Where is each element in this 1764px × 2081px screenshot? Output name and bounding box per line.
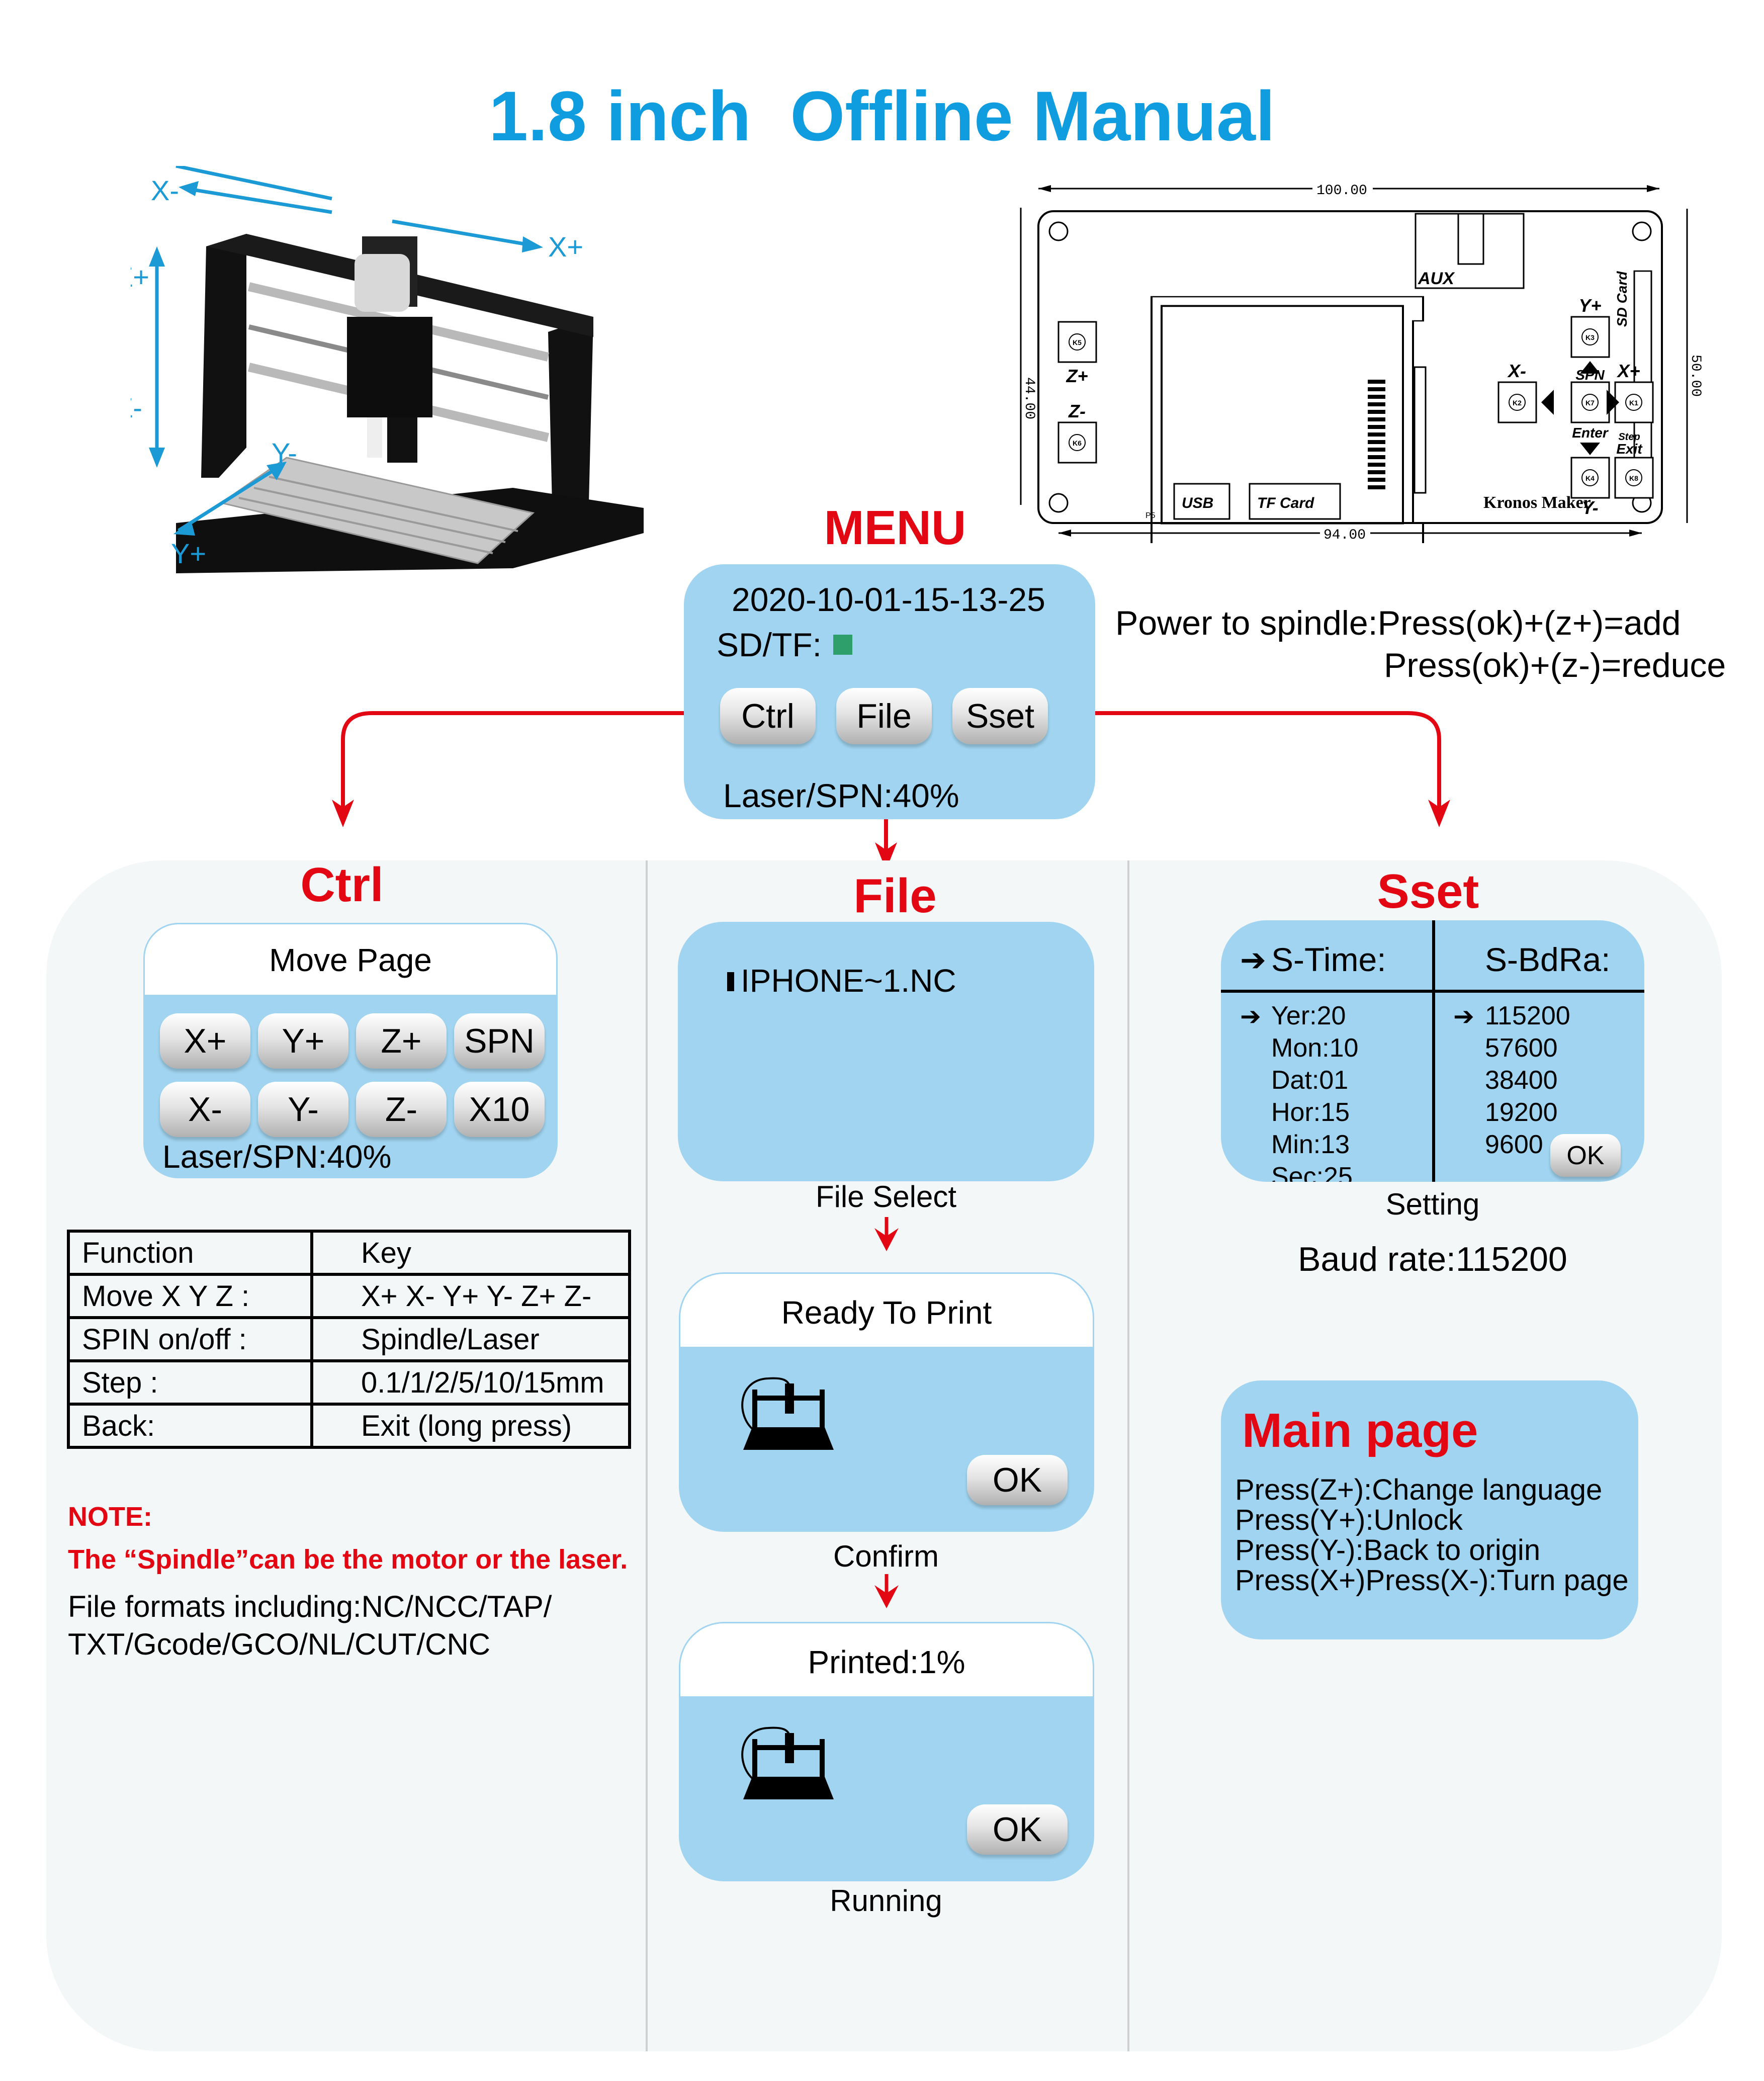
- main-page-box: Main page Press(Z+):Change language Pres…: [1221, 1380, 1638, 1639]
- sset-heading: Sset: [1377, 864, 1479, 918]
- cnc-machine-icon: [741, 1726, 834, 1799]
- table-cell-key: Spindle/Laser: [310, 1316, 631, 1362]
- main-page-line: Press(Y+):Unlock: [1235, 1504, 1463, 1536]
- setting-caption: Setting: [1385, 1187, 1480, 1221]
- time-item[interactable]: Sec:25: [1271, 1162, 1353, 1182]
- arrow-right-icon: ➔: [1453, 1002, 1474, 1030]
- ctrl-z-minus-button[interactable]: Z-: [356, 1082, 447, 1137]
- file-select-screen: IPHONE~1.NC: [678, 922, 1094, 1181]
- ctrl-button[interactable]: Ctrl: [720, 688, 816, 744]
- file-cursor-icon: [727, 972, 734, 991]
- main-page-line: Press(Z+):Change language: [1235, 1473, 1603, 1506]
- table-cell-function: Back:: [67, 1403, 313, 1449]
- function-key-table: Function Key Move X Y Z : X+ X- Y+ Y- Z+…: [67, 1230, 631, 1449]
- spindle-power-reduce: Press(ok)+(z-)=reduce: [1384, 646, 1726, 684]
- table-header-row: Function Key: [67, 1230, 631, 1276]
- table-cell-key: Exit (long press): [310, 1403, 631, 1449]
- ctrl-y-plus-button[interactable]: Y+: [258, 1013, 348, 1069]
- divider-right: [1127, 860, 1129, 2051]
- baud-item[interactable]: 57600: [1485, 1033, 1558, 1063]
- sset-button[interactable]: Sset: [952, 688, 1048, 744]
- ctrl-y-minus-button[interactable]: Y-: [258, 1082, 348, 1137]
- ready-to-print-screen: Ready To Print OK: [679, 1272, 1094, 1532]
- main-page-line: Press(X+)Press(X-):Turn page: [1235, 1564, 1629, 1597]
- table-cell-function: Step :: [67, 1359, 313, 1406]
- connector-sset: [1095, 711, 1441, 810]
- table-cell-function: SPIN on/off :: [67, 1316, 313, 1362]
- note-label: NOTE:: [68, 1502, 152, 1532]
- running-caption: Running: [830, 1884, 942, 1918]
- printed-progress-title: Printed:1%: [808, 1644, 965, 1680]
- arrow-down-icon: [874, 1217, 899, 1251]
- ctrl-heading: Ctrl: [300, 858, 384, 912]
- time-item[interactable]: Min:13: [1271, 1130, 1350, 1160]
- time-item[interactable]: Yer:20: [1271, 1001, 1346, 1031]
- table-header-function: Function: [67, 1230, 313, 1276]
- sd-status-indicator: [833, 635, 852, 655]
- file-item[interactable]: IPHONE~1.NC: [741, 962, 956, 999]
- main-page-line: Press(Y-):Back to origin: [1235, 1534, 1541, 1567]
- table-row: SPIN on/off : Spindle/Laser: [67, 1316, 631, 1362]
- cnc-machine-icon: [741, 1377, 834, 1450]
- baud-item[interactable]: 9600: [1485, 1130, 1543, 1160]
- table-row: Move X Y Z : X+ X- Y+ Y- Z+ Z-: [67, 1273, 631, 1319]
- sd-tf-label: SD/TF:: [717, 626, 822, 663]
- spindle-power-add: Power to spindle:Press(ok)+(z+)=add: [1115, 604, 1681, 642]
- sset-column-divider: [1432, 920, 1435, 1182]
- table-header-key: Key: [310, 1230, 631, 1276]
- ctrl-x10-button[interactable]: X10: [454, 1082, 545, 1137]
- baud-item[interactable]: 115200: [1485, 1001, 1570, 1031]
- printing-ok-button[interactable]: OK: [967, 1804, 1068, 1855]
- table-cell-function: Move X Y Z :: [67, 1273, 313, 1319]
- arrow-down-icon: [874, 1574, 899, 1608]
- time-item[interactable]: Dat:01: [1271, 1065, 1348, 1095]
- table-row: Step : 0.1/1/2/5/10/15mm: [67, 1359, 631, 1406]
- main-page-heading: Main page: [1242, 1404, 1478, 1457]
- s-time-header[interactable]: S-Time:: [1271, 940, 1386, 979]
- divider-left: [646, 860, 648, 2051]
- menu-screen: 2020-10-01-15-13-25 SD/TF: Ctrl File Sse…: [684, 564, 1095, 819]
- sset-screen: ➔ S-Time: S-BdRa: ➔ Yer:20 Mon:10 Dat:01…: [1221, 920, 1644, 1182]
- file-formats-line2: TXT/Gcode/GCO/NL/CUT/CNC: [68, 1627, 491, 1661]
- ctrl-x-plus-button[interactable]: X+: [160, 1013, 250, 1069]
- ctrl-laser-spn: Laser/SPN:40%: [162, 1139, 392, 1175]
- table-row: Back: Exit (long press): [67, 1403, 631, 1449]
- ctrl-z-plus-button[interactable]: Z+: [356, 1013, 447, 1069]
- ready-ok-button[interactable]: OK: [967, 1455, 1068, 1505]
- time-item[interactable]: Mon:10: [1271, 1033, 1358, 1063]
- file-formats-line1: File formats including:NC/NCC/TAP/: [68, 1590, 552, 1623]
- note-text: The “Spindle”can be the motor or the las…: [68, 1544, 628, 1575]
- connector-ctrl: [341, 711, 685, 810]
- s-baud-header[interactable]: S-BdRa:: [1485, 940, 1610, 979]
- sset-header-divider: [1221, 990, 1644, 993]
- menu-datetime: 2020-10-01-15-13-25: [732, 581, 1045, 618]
- ctrl-move-page-screen: Move Page X+ Y+ Z+ SPN X- Y- Z- X10 Lase…: [143, 923, 558, 1178]
- baud-item[interactable]: 19200: [1485, 1097, 1558, 1128]
- baud-item[interactable]: 38400: [1485, 1065, 1558, 1095]
- arrow-right-icon: ➔: [1240, 943, 1266, 978]
- baud-rate-label: Baud rate:115200: [1298, 1240, 1567, 1278]
- menu-laser-spn: Laser/SPN:40%: [723, 777, 959, 814]
- ctrl-screen-title: Move Page: [269, 942, 432, 978]
- file-button[interactable]: File: [836, 688, 932, 744]
- file-select-caption: File Select: [815, 1180, 957, 1213]
- printing-screen: Printed:1% OK: [679, 1622, 1094, 1881]
- sset-ok-button[interactable]: OK: [1550, 1134, 1621, 1177]
- table-cell-key: X+ X- Y+ Y- Z+ Z-: [310, 1273, 631, 1319]
- file-heading: File: [853, 869, 937, 923]
- ctrl-spn-button[interactable]: SPN: [454, 1013, 545, 1069]
- time-item[interactable]: Hor:15: [1271, 1097, 1350, 1128]
- table-cell-key: 0.1/1/2/5/10/15mm: [310, 1359, 631, 1406]
- ctrl-x-minus-button[interactable]: X-: [160, 1082, 250, 1137]
- arrow-right-icon: ➔: [1240, 1002, 1261, 1030]
- confirm-caption: Confirm: [833, 1539, 939, 1573]
- ready-to-print-title: Ready To Print: [781, 1294, 992, 1331]
